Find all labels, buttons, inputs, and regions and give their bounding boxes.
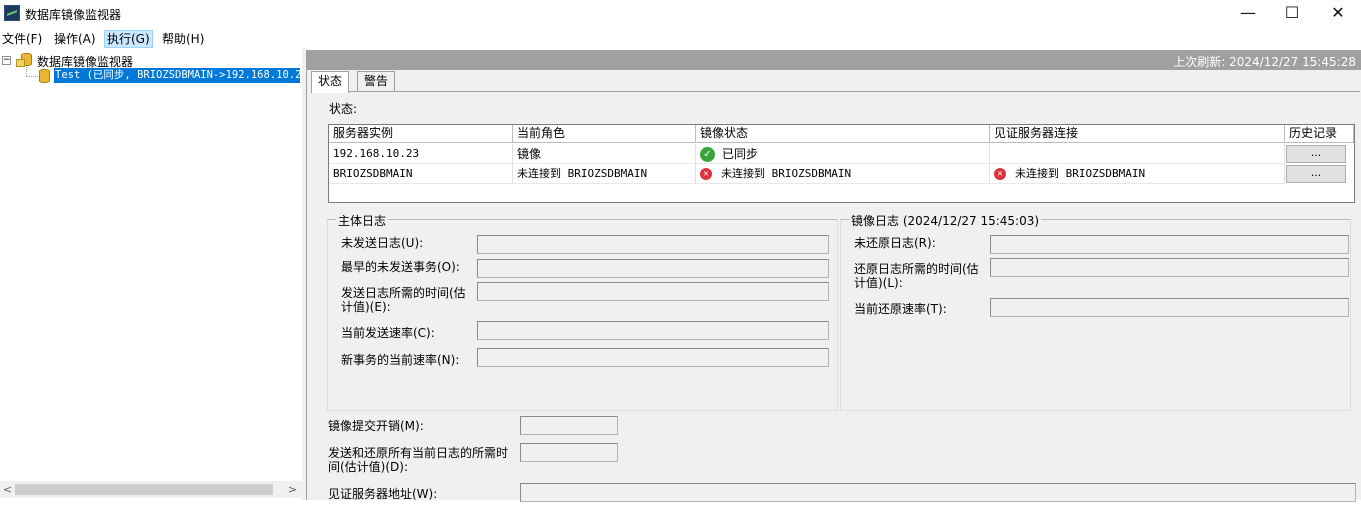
- field-label: 发送和还原所有当前日志的所需时间(估计值)(D):: [328, 446, 509, 474]
- maximize-button[interactable]: ☐: [1269, 0, 1315, 28]
- send-time-field[interactable]: [477, 282, 829, 301]
- field-label: 最早的未发送事务(O):: [341, 260, 460, 274]
- menu-execute[interactable]: 执行(G): [104, 30, 153, 48]
- witness-address-field[interactable]: [520, 483, 1356, 502]
- menu-help[interactable]: 帮助(H): [160, 30, 206, 48]
- collapse-toggle-icon[interactable]: −: [2, 56, 11, 65]
- refresh-bar: 上次刷新: 2024/12/27 15:45:28: [307, 50, 1361, 70]
- close-button[interactable]: ✕: [1315, 0, 1361, 28]
- app-monitor-icon: [4, 5, 20, 21]
- title-bar: 数据库镜像监视器 — ☐ ✕: [0, 0, 1361, 28]
- ok-check-icon: ✓: [700, 147, 715, 162]
- total-time-field[interactable]: [520, 443, 618, 462]
- scroll-left-icon[interactable]: <: [0, 481, 15, 498]
- menu-action[interactable]: 操作(A): [52, 30, 98, 48]
- table-cell: ✓ 已同步: [696, 144, 990, 164]
- table-cell: ✕ 未连接到 BRIOZSDBMAIN: [990, 164, 1285, 184]
- mirror-state-text: 已同步: [722, 147, 759, 161]
- mirror-log-title: 镜像日志 (2024/12/27 15:45:03): [849, 212, 1042, 229]
- window-title: 数据库镜像监视器: [25, 8, 122, 22]
- mirror-state-text: 未连接到 BRIOZSDBMAIN: [721, 167, 852, 180]
- column-header[interactable]: 见证服务器连接: [990, 125, 1285, 143]
- detail-panel: 上次刷新: 2024/12/27 15:45:28 状态 警告 状态: 服务器实…: [306, 50, 1361, 502]
- unrestored-log-field[interactable]: [990, 235, 1349, 254]
- witness-text: 未连接到 BRIOZSDBMAIN: [1015, 167, 1146, 180]
- column-header[interactable]: 当前角色: [513, 125, 696, 143]
- scroll-right-icon[interactable]: >: [285, 481, 300, 498]
- status-table: 服务器实例 当前角色 镜像状态 见证服务器连接 历史记录 192.168.10.…: [328, 124, 1355, 203]
- folder-database-icon: [16, 53, 32, 67]
- tab-warnings[interactable]: 警告: [357, 71, 396, 92]
- menu-bar: 文件(F) 操作(A) 执行(G) 帮助(H): [0, 28, 1361, 48]
- column-header[interactable]: 历史记录: [1285, 125, 1354, 143]
- minimize-button[interactable]: —: [1225, 0, 1271, 28]
- unsent-log-field[interactable]: [477, 235, 829, 254]
- error-icon: ✕: [994, 168, 1006, 180]
- tree-view: − 数据库镜像监视器 Test (已同步, BRIOZSDBMAIN->192.…: [0, 50, 302, 481]
- field-label: 当前还原速率(T):: [854, 302, 947, 316]
- tree-database-label: Test (已同步, BRIOZSDBMAIN->192.168.10.23): [54, 68, 300, 83]
- tree-database-node[interactable]: Test (已同步, BRIOZSDBMAIN->192.168.10.23): [0, 68, 300, 84]
- history-button[interactable]: ...: [1286, 165, 1346, 183]
- restore-rate-field[interactable]: [990, 298, 1349, 317]
- table-cell: ✕ 未连接到 BRIOZSDBMAIN: [696, 164, 990, 184]
- table-cell: 192.168.10.23: [329, 144, 513, 164]
- principal-log-title: 主体日志: [336, 212, 389, 229]
- history-button[interactable]: ...: [1286, 145, 1346, 163]
- status-label: 状态:: [329, 102, 358, 116]
- table-cell: 未连接到 BRIOZSDBMAIN: [513, 164, 696, 184]
- oldest-unsent-field[interactable]: [477, 259, 829, 278]
- restore-time-field[interactable]: [990, 258, 1349, 277]
- database-icon: [39, 69, 50, 83]
- field-label: 未还原日志(R):: [854, 236, 936, 250]
- field-label: 镜像提交开销(M):: [328, 419, 424, 433]
- field-label: 当前发送速率(C):: [341, 326, 435, 340]
- column-header[interactable]: 服务器实例: [329, 125, 513, 143]
- field-label: 还原日志所需的时间(估计值)(L):: [854, 262, 979, 290]
- scrollbar-thumb[interactable]: [15, 484, 273, 495]
- error-icon: ✕: [700, 168, 712, 180]
- field-label: 未发送日志(U):: [341, 236, 424, 250]
- tab-status[interactable]: 状态: [311, 71, 350, 93]
- send-rate-field[interactable]: [477, 321, 829, 340]
- table-cell: [990, 144, 1285, 164]
- commit-overhead-field[interactable]: [520, 416, 618, 435]
- field-label: 发送日志所需的时间(估计值)(E):: [341, 286, 466, 314]
- table-cell: 镜像: [513, 144, 696, 164]
- table-cell: BRIOZSDBMAIN: [329, 164, 513, 184]
- menu-file[interactable]: 文件(F): [0, 30, 44, 48]
- transaction-rate-field[interactable]: [477, 348, 829, 367]
- field-label: 见证服务器地址(W):: [328, 487, 438, 501]
- field-label: 新事务的当前速率(N):: [341, 353, 460, 367]
- horizontal-scrollbar[interactable]: < >: [0, 481, 302, 498]
- last-refresh-text: 上次刷新: 2024/12/27 15:45:28: [1173, 55, 1356, 69]
- column-header[interactable]: 镜像状态: [696, 125, 990, 143]
